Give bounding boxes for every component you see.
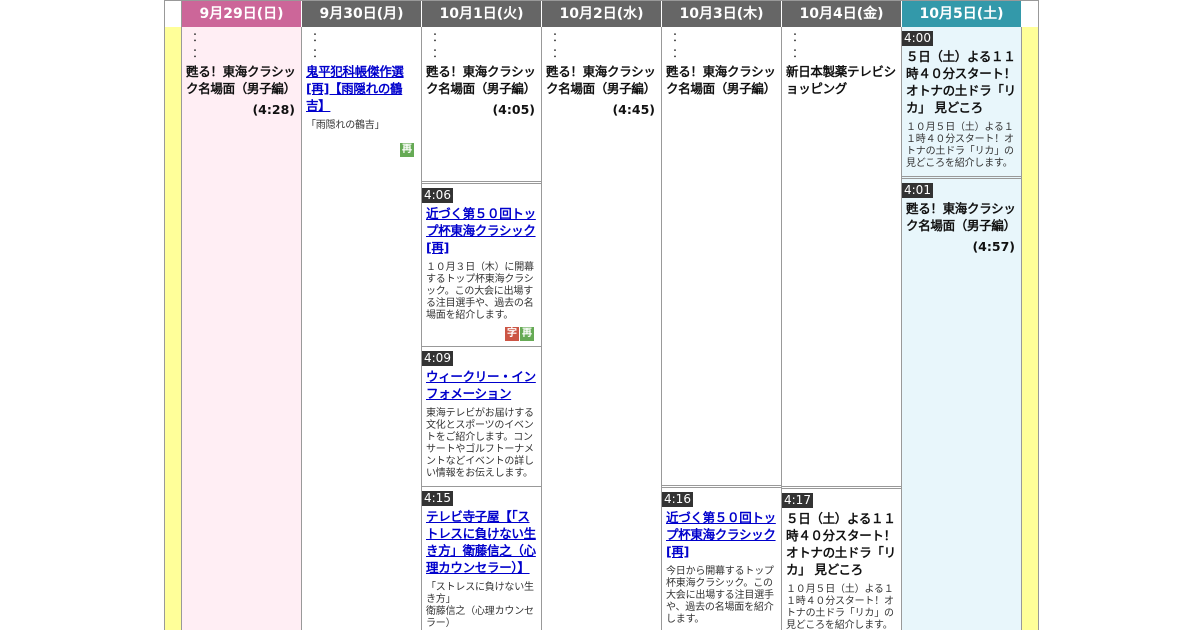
start-time: 4:17 bbox=[782, 493, 813, 508]
program-title: ５日（土）よる１１時４０分スタート！オトナの土ドラ「リカ」 見どころ bbox=[786, 511, 896, 577]
day-header-sun[interactable]: 9月29日(日) bbox=[182, 1, 302, 27]
day-header-wed[interactable]: 10月2日(水) bbox=[542, 1, 662, 27]
start-time: 4:16 bbox=[662, 492, 693, 507]
day-header-fri[interactable]: 10月4日(金) bbox=[782, 1, 902, 27]
program-description: 「ストレスに負けない生き方」 衛藤信之（心理カウンセラー） bbox=[426, 582, 534, 629]
program-slot: ： ： 甦る！東海クラシック名場面（男子編） (4:28) bbox=[182, 27, 301, 630]
program-slot: ： ： 甦る！東海クラシック名場面（男子編） bbox=[662, 27, 781, 488]
program-title: ５日（土）よる１１時４０分スタート！オトナの土ドラ「リカ」 見どころ bbox=[906, 49, 1016, 115]
day-header-tue[interactable]: 10月1日(火) bbox=[422, 1, 542, 27]
continuation-dots: ： bbox=[432, 30, 445, 44]
program-slot: 4:09 ウィークリー・インフォメーション 東海テレビがお届けする文化とスポーツ… bbox=[422, 347, 541, 487]
start-time: 4:00 bbox=[902, 31, 933, 46]
start-time: 4:01 bbox=[902, 183, 933, 198]
program-description: 今日から開幕するトップ杯東海クラシック。この大会に出場する注目選手や、過去の名場… bbox=[666, 566, 774, 625]
program-slot: ： ： 新日本製薬テレビショッピング bbox=[782, 27, 901, 489]
left-time-gutter bbox=[165, 27, 182, 630]
program-title: 甦る！東海クラシック名場面（男子編） bbox=[426, 64, 536, 96]
program-title: 甦る！東海クラシック名場面（男子編） bbox=[186, 64, 296, 96]
start-time: 4:09 bbox=[422, 351, 453, 366]
column-thu: ： ： 甦る！東海クラシック名場面（男子編） 4:16 近づく第５０回トップ杯東… bbox=[662, 27, 782, 630]
program-duration: (4:57) bbox=[972, 239, 1015, 254]
continuation-dots: ： bbox=[432, 46, 445, 60]
column-wed: ： ： 甦る！東海クラシック名場面（男子編） (4:45) bbox=[542, 27, 662, 630]
program-guide-grid: 9月29日(日) 9月30日(月) 10月1日(火) 10月2日(水) 10月3… bbox=[164, 0, 1039, 630]
program-slot: 4:00 ５日（土）よる１１時４０分スタート！オトナの土ドラ「リカ」 見どころ … bbox=[902, 27, 1021, 179]
program-slot: ： ： 甦る！東海クラシック名場面（男子編） (4:45) bbox=[542, 27, 661, 630]
right-time-gutter bbox=[1021, 27, 1038, 630]
day-header-mon[interactable]: 9月30日(月) bbox=[302, 1, 422, 27]
program-title: 新日本製薬テレビショッピング bbox=[786, 64, 896, 96]
day-header-sat[interactable]: 10月5日(土) bbox=[902, 1, 1022, 27]
program-title: 甦る！東海クラシック名場面（男子編） bbox=[666, 64, 776, 96]
program-title: 甦る！東海クラシック名場面（男子編） bbox=[546, 64, 656, 96]
program-title-link[interactable]: 鬼平犯科帳傑作選[再]【雨隠れの鶴吉】 bbox=[306, 64, 404, 113]
program-description: 東海テレビがお届けする文化とスポーツのイベントをご紹介します。コンサートやゴルフ… bbox=[426, 408, 534, 479]
program-badges: 字 再 bbox=[505, 327, 534, 341]
continuation-dots: ： bbox=[792, 30, 805, 44]
column-mon: ： ： 鬼平犯科帳傑作選[再]【雨隠れの鶴吉】 「雨隠れの鶴吉」 再 bbox=[302, 27, 422, 630]
column-tue: ： ： 甦る！東海クラシック名場面（男子編） (4:05) 4:06 近づく第５… bbox=[422, 27, 542, 630]
program-badges: 再 bbox=[400, 143, 414, 157]
program-duration: (4:45) bbox=[612, 102, 655, 117]
program-description: １０月３日（木）に開幕するトップ杯東海クラシック。この大会に出場する注目選手や、… bbox=[426, 262, 534, 321]
program-slot: 4:01 甦る！東海クラシック名場面（男子編） (4:57) bbox=[902, 179, 1021, 630]
day-header-thu[interactable]: 10月3日(木) bbox=[662, 1, 782, 27]
start-time: 4:06 bbox=[422, 188, 453, 203]
program-description: 「雨隠れの鶴吉」 bbox=[306, 120, 385, 131]
continuation-dots: ： bbox=[192, 46, 205, 60]
program-slot: 4:16 近づく第５０回トップ杯東海クラシック[再] 今日から開幕するトップ杯東… bbox=[662, 488, 781, 630]
column-sat: 4:00 ５日（土）よる１１時４０分スタート！オトナの土ドラ「リカ」 見どころ … bbox=[902, 27, 1022, 630]
program-title-link[interactable]: テレビ寺子屋【「ストレスに負けない生き方」衛藤信之（心理カウンセラー）】 bbox=[426, 509, 536, 575]
program-title-link[interactable]: 近づく第５０回トップ杯東海クラシック[再] bbox=[426, 206, 536, 255]
program-description: １０月５日（土）よる１１時４０分スタート！オトナの土ドラ「リカ」の見どころを紹介… bbox=[906, 122, 1014, 169]
column-fri: ： ： 新日本製薬テレビショッピング 4:17 ５日（土）よる１１時４０分スター… bbox=[782, 27, 902, 630]
header-corner-left bbox=[165, 1, 182, 27]
continuation-dots: ： bbox=[312, 46, 325, 60]
program-description: １０月５日（土）よる１１時４０分スタート！オトナの土ドラ「リカ」の見どころを紹介… bbox=[786, 584, 894, 630]
continuation-dots: ： bbox=[312, 30, 325, 44]
continuation-dots: ： bbox=[552, 46, 565, 60]
continuation-dots: ： bbox=[192, 30, 205, 44]
subtitle-badge: 字 bbox=[505, 327, 519, 341]
program-title: 甦る！東海クラシック名場面（男子編） bbox=[906, 201, 1016, 233]
continuation-dots: ： bbox=[552, 30, 565, 44]
continuation-dots: ： bbox=[672, 46, 685, 60]
program-slot: ： ： 鬼平犯科帳傑作選[再]【雨隠れの鶴吉】 「雨隠れの鶴吉」 再 bbox=[302, 27, 421, 630]
header-corner-right bbox=[1021, 1, 1038, 27]
continuation-dots: ： bbox=[792, 46, 805, 60]
column-sun: ： ： 甦る！東海クラシック名場面（男子編） (4:28) bbox=[182, 27, 302, 630]
program-title-link[interactable]: 近づく第５０回トップ杯東海クラシック[再] bbox=[666, 510, 776, 559]
program-slot: 4:06 近づく第５０回トップ杯東海クラシック[再] １０月３日（木）に開幕する… bbox=[422, 184, 541, 347]
start-time: 4:15 bbox=[422, 491, 453, 506]
program-slot: ： ： 甦る！東海クラシック名場面（男子編） (4:05) bbox=[422, 27, 541, 184]
program-title-link[interactable]: ウィークリー・インフォメーション bbox=[426, 369, 536, 401]
program-duration: (4:05) bbox=[492, 102, 535, 117]
program-duration: (4:28) bbox=[252, 102, 295, 117]
rerun-badge: 再 bbox=[400, 143, 414, 157]
continuation-dots: ： bbox=[672, 30, 685, 44]
program-slot: 4:15 テレビ寺子屋【「ストレスに負けない生き方」衛藤信之（心理カウンセラー）… bbox=[422, 487, 541, 630]
program-slot: 4:17 ５日（土）よる１１時４０分スタート！オトナの土ドラ「リカ」 見どころ … bbox=[782, 489, 901, 630]
rerun-badge: 再 bbox=[520, 327, 534, 341]
